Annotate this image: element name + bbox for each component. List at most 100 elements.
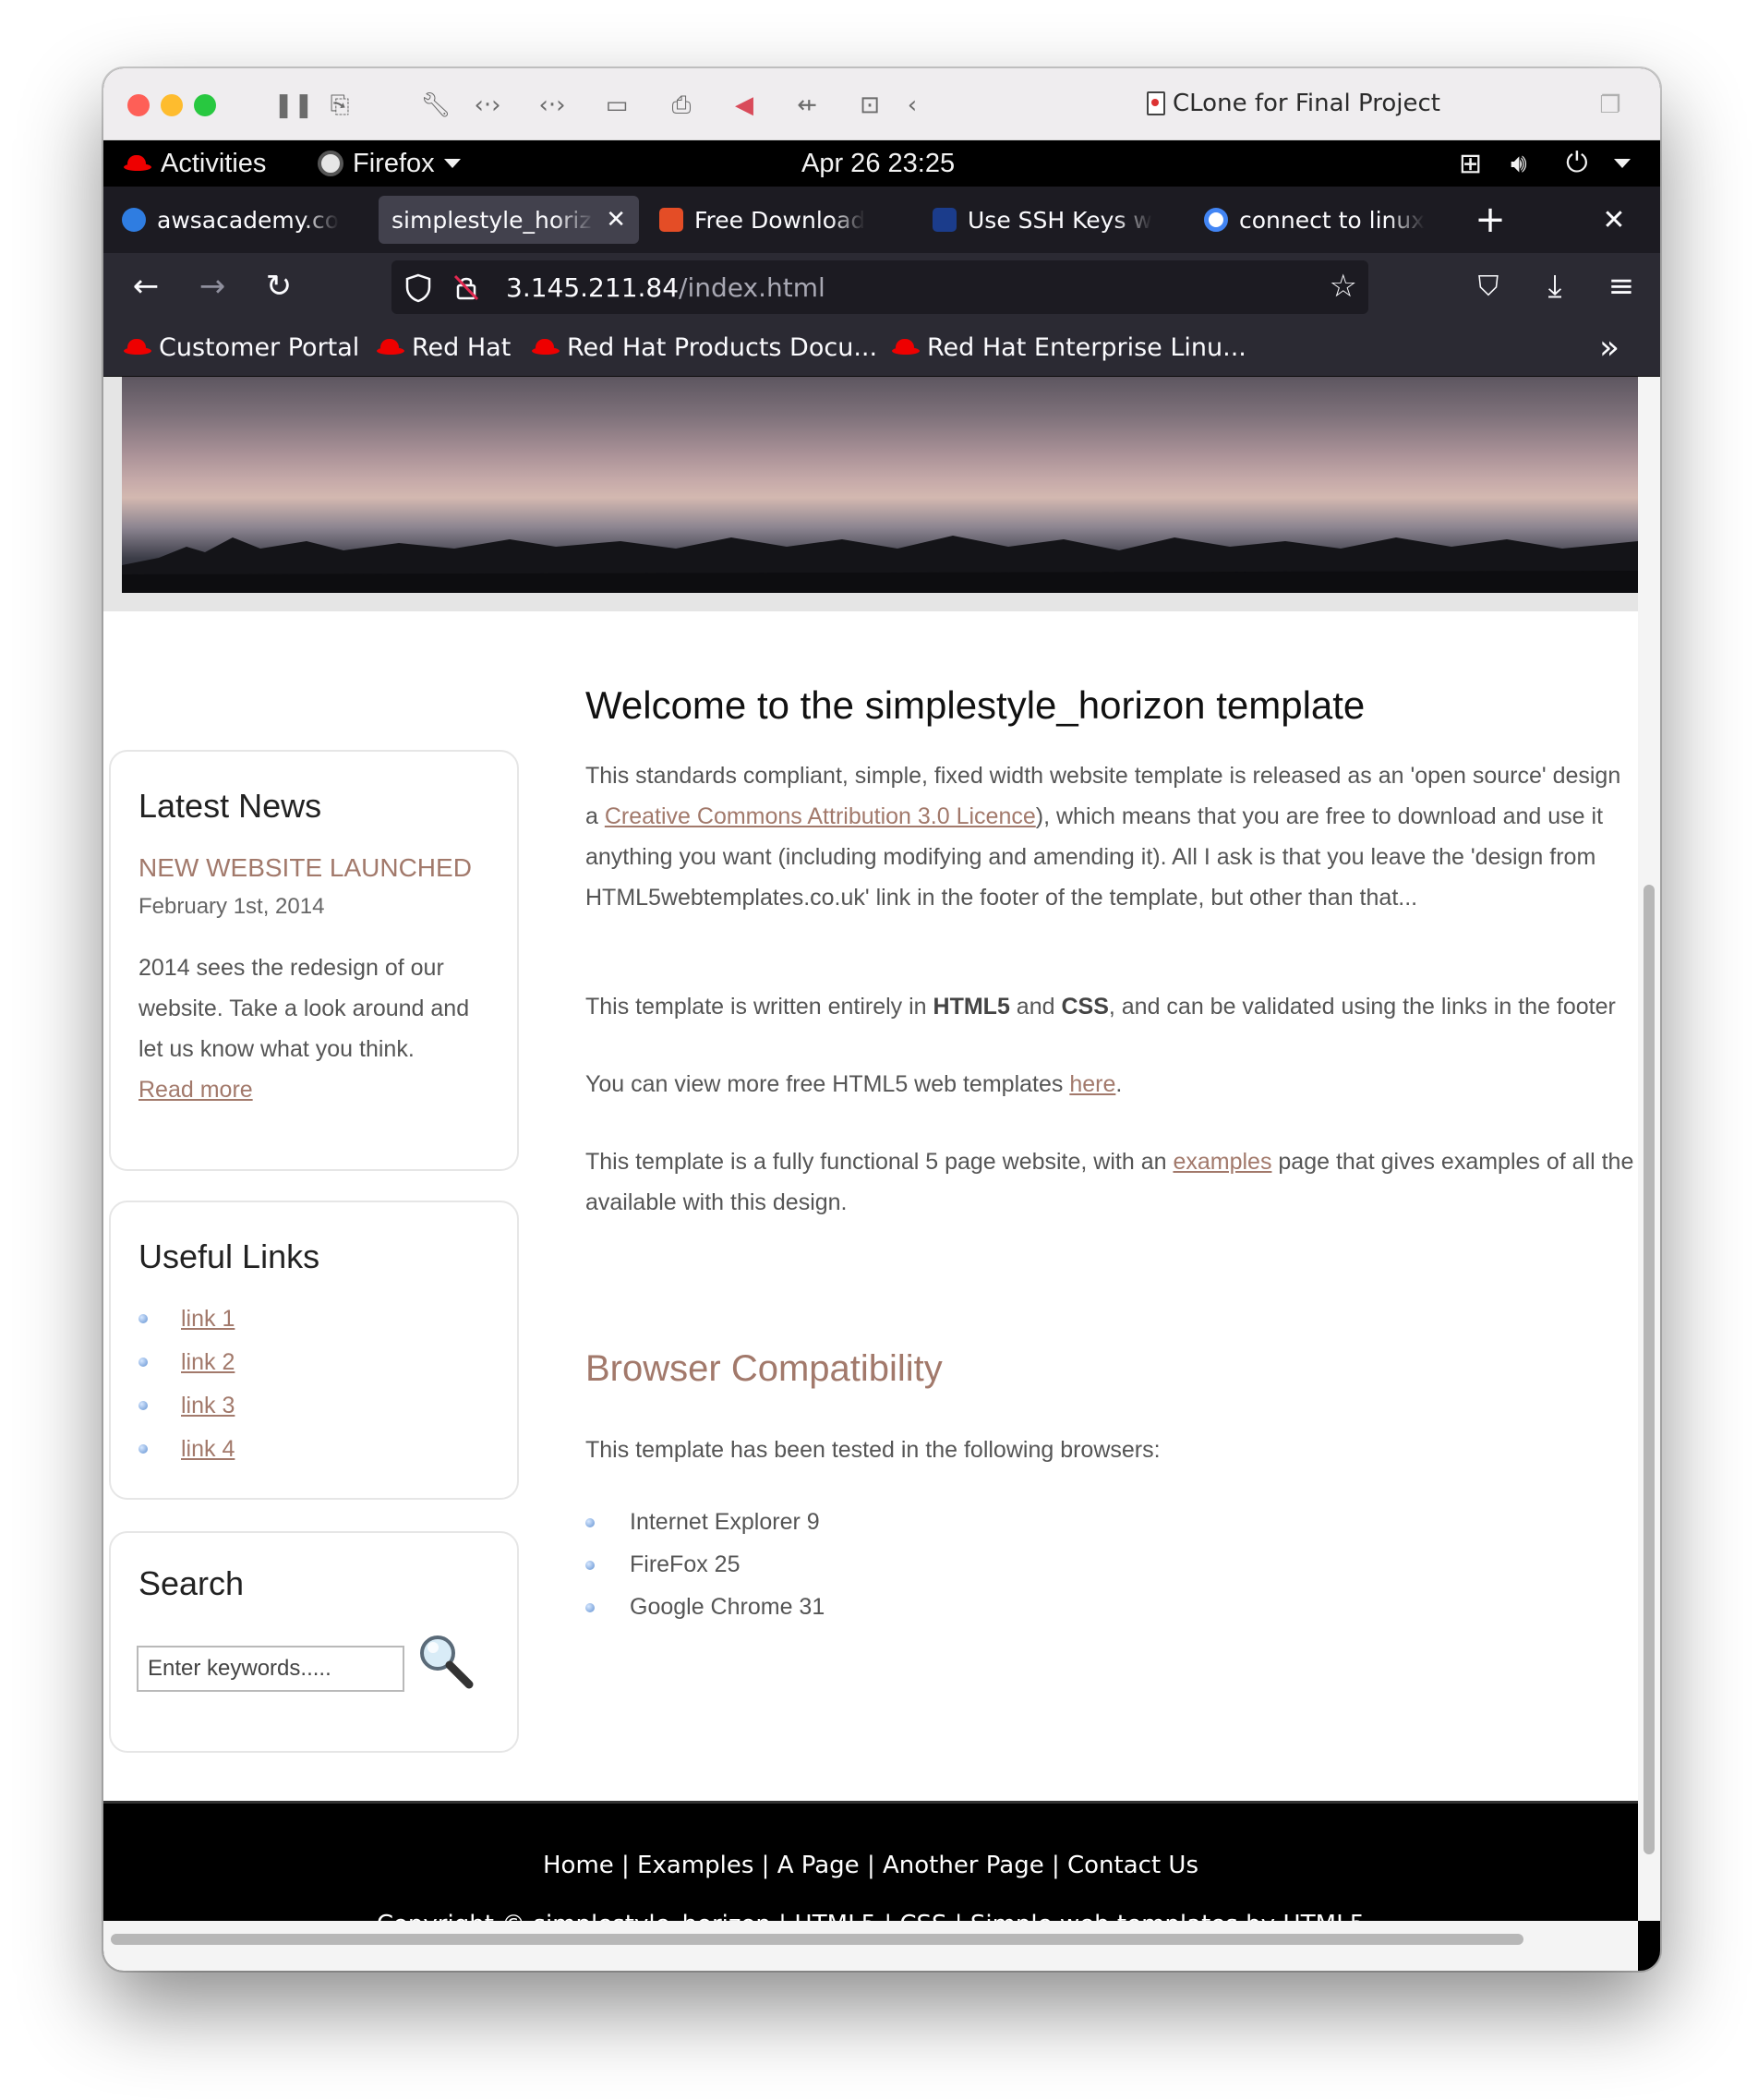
activities-button[interactable]: Activities (124, 140, 266, 187)
ionos-icon (933, 208, 957, 232)
browser-name: FireFox 25 (630, 1551, 741, 1577)
code-arrows-icon[interactable]: ‹·› (534, 87, 571, 124)
horizontal-scrollbar-thumb[interactable] (111, 1934, 1523, 1945)
list-item: link 2 (138, 1344, 235, 1381)
minimize-window-button[interactable] (161, 94, 183, 116)
pocket-icon[interactable]: ⛉ (1466, 264, 1511, 308)
useful-link[interactable]: link 2 (181, 1349, 235, 1376)
tab-connect-linux[interactable]: connect to linux (1191, 196, 1457, 244)
app-menu-label: Firefox (353, 148, 435, 178)
close-window-button[interactable] (127, 94, 150, 116)
bookmark-star-icon[interactable]: ☆ (1330, 268, 1357, 305)
forward-button[interactable]: → (190, 264, 235, 308)
redhat-logo-icon (532, 339, 560, 356)
network-icon[interactable]: ⊞ (1459, 140, 1482, 187)
site-footer: Home | Examples | A Page | Another Page … (103, 1801, 1638, 1921)
useful-link[interactable]: link 4 (181, 1436, 235, 1463)
vertical-scrollbar[interactable] (1638, 377, 1660, 1921)
volume-icon[interactable]: 🔊︎ (1511, 140, 1527, 187)
mac-window: ❚❚ ⎘ 🔧︎ ‹·› ‹·› ▭ ⎙ ◀︎ ⇷ ⊡ ‹ CLone for F… (103, 68, 1660, 1971)
paragraph-text: You can view more free HTML5 web templat… (585, 1071, 1070, 1097)
tab-ssh-keys[interactable]: Use SSH Keys w (920, 196, 1184, 244)
paragraph-line: HTML5webtemplates.co.uk' link in the foo… (585, 885, 1418, 911)
browser-compat-heading: Browser Compatibility (585, 1348, 943, 1389)
footer-nav-links[interactable]: Home | Examples | A Page | Another Page … (103, 1852, 1638, 1879)
web-page: Latest News NEW WEBSITE LAUNCHED Februar… (103, 377, 1638, 1921)
chevron-left-icon[interactable]: ‹ (894, 87, 931, 124)
bullet-icon (138, 1314, 148, 1323)
close-tab-icon[interactable]: ✕ (606, 206, 626, 234)
pause-icon[interactable]: ❚❚ (273, 87, 314, 124)
close-firefox-icon[interactable]: ✕ (1590, 196, 1638, 244)
bullet-icon (138, 1401, 148, 1410)
news-item-title: NEW WEBSITE LAUNCHED (138, 853, 472, 882)
url-bar[interactable]: 3.145.211.84/index.html ☆ (391, 260, 1368, 314)
insecure-lock-icon[interactable] (452, 273, 480, 301)
bookmark-rh-products-docs[interactable]: Red Hat Products Docu... (532, 320, 877, 375)
vertical-scrollbar-thumb[interactable] (1644, 885, 1655, 1854)
useful-links-box: Useful Links link 1 link 2 link 3 link 4 (109, 1201, 519, 1500)
tab-simplestyle[interactable]: simplestyle_horiz ✕ (379, 196, 639, 244)
redhat-logo-icon (124, 339, 151, 356)
screenshot-icon[interactable]: ⎘ (321, 87, 358, 124)
new-tab-button[interactable]: + (1466, 196, 1514, 244)
browser-name: Google Chrome 31 (630, 1594, 825, 1620)
shield-icon[interactable] (404, 273, 432, 303)
folder-icon[interactable]: ⊡ (851, 87, 888, 124)
tab-free-download[interactable]: Free Download (646, 196, 912, 244)
intro-paragraph: This standards compliant, simple, fixed … (585, 755, 1638, 918)
bookmark-label: Customer Portal (159, 332, 360, 362)
useful-link[interactable]: link 1 (181, 1306, 235, 1333)
power-icon[interactable]: ⏻ (1566, 140, 1588, 187)
paragraph-line: anything you want (including modifying a… (585, 844, 1596, 870)
window-restore-icon[interactable]: ❐ (1592, 87, 1629, 124)
news-body: 2014 sees the redesign of our website. T… (138, 947, 499, 1110)
html5-css-paragraph: This template is written entirely in HTM… (585, 986, 1638, 1027)
bookmark-red-hat[interactable]: Red Hat (377, 320, 511, 375)
usb-icon[interactable]: ⇷ (789, 87, 825, 124)
tab-label: connect to linux (1239, 206, 1426, 234)
url-host: 3.145.211.84 (506, 272, 680, 303)
tab-strip: awsacademy.co simplestyle_horiz ✕ Free D… (103, 187, 1660, 253)
useful-link[interactable]: link 3 (181, 1393, 235, 1419)
hamburger-menu-icon[interactable]: ≡ (1599, 264, 1644, 308)
news-body-line: website. Take a look around and (138, 996, 470, 1021)
search-input[interactable] (137, 1646, 404, 1692)
paragraph-text: . (1115, 1071, 1123, 1097)
latest-news-box: Latest News NEW WEBSITE LAUNCHED Februar… (109, 750, 519, 1171)
bullet-icon (585, 1560, 595, 1570)
app-menu-button[interactable]: Firefox (318, 140, 461, 187)
drive-icon[interactable]: ▭ (598, 87, 635, 124)
document-icon (1147, 91, 1165, 115)
bookmark-customer-portal[interactable]: Customer Portal (124, 320, 359, 375)
printer-icon[interactable]: ⎙ (663, 87, 700, 124)
here-link[interactable]: here (1069, 1071, 1115, 1097)
examples-link[interactable]: examples (1173, 1149, 1271, 1175)
tab-label: awsacademy.co (157, 206, 339, 234)
back-button[interactable]: ← (124, 264, 168, 308)
search-icon[interactable] (415, 1631, 476, 1692)
reload-button[interactable]: ↻ (257, 264, 301, 308)
examples-paragraph: This template is a fully functional 5 pa… (585, 1141, 1638, 1223)
activities-label: Activities (161, 148, 267, 178)
read-more-link[interactable]: Read more (138, 1077, 253, 1103)
redhat-logo-icon (124, 155, 151, 172)
code-arrows-icon[interactable]: ‹·› (469, 87, 506, 124)
wrench-icon[interactable]: 🔧︎ (417, 87, 454, 124)
google-icon (1204, 208, 1228, 232)
speaker-icon[interactable]: ◀︎ (726, 87, 763, 124)
bookmark-rhel[interactable]: Red Hat Enterprise Linu... (892, 320, 1246, 375)
bookmarks-overflow-icon[interactable]: » (1599, 329, 1620, 367)
url-text[interactable]: 3.145.211.84/index.html (506, 260, 825, 314)
clock[interactable]: Apr 26 23:25 (801, 140, 955, 187)
tab-awsacademy[interactable]: awsacademy.co (109, 196, 371, 244)
search-heading: Search (138, 1564, 245, 1602)
zoom-window-button[interactable] (194, 94, 216, 116)
banner-image (122, 377, 1638, 593)
horizontal-scrollbar[interactable] (103, 1921, 1638, 1971)
paragraph-text: This template is a fully functional 5 pa… (585, 1149, 1174, 1175)
download-icon[interactable]: ⤓ (1533, 264, 1577, 308)
mac-titlebar: ❚❚ ⎘ 🔧︎ ‹·› ‹·› ▭ ⎙ ◀︎ ⇷ ⊡ ‹ CLone for F… (103, 68, 1660, 140)
licence-link[interactable]: Creative Commons Attribution 3.0 Licence (605, 803, 1036, 829)
system-menu-chevron-icon[interactable] (1614, 140, 1631, 187)
